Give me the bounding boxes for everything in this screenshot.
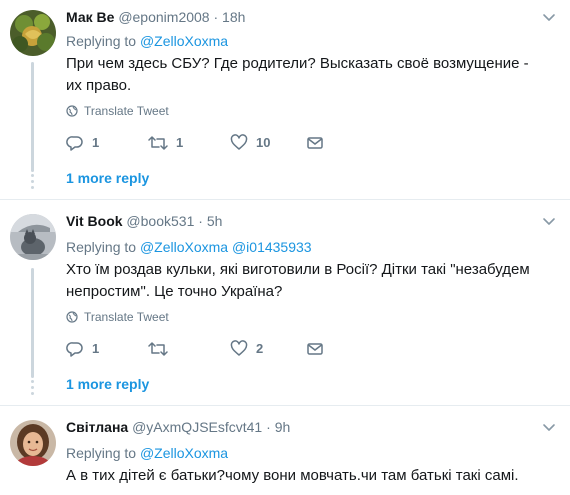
replying-label: Replying to (66, 239, 140, 255)
heart-icon (230, 134, 248, 150)
tweet-header: Vit Book @book531 · 5h (66, 212, 222, 230)
like-button[interactable]: 10 (230, 134, 270, 152)
author-name[interactable]: Vit Book (66, 213, 123, 229)
replying-label: Replying to (66, 33, 140, 49)
translate-tweet-link[interactable]: Translate Tweet (66, 310, 169, 324)
chevron-down-icon[interactable] (542, 420, 556, 434)
separator: · (213, 9, 219, 25)
like-count: 2 (256, 341, 264, 356)
author-name[interactable]: Мак Ве (66, 9, 114, 25)
translate-label: Translate Tweet (84, 104, 169, 118)
retweet-count: 1 (176, 135, 184, 150)
direct-message-button[interactable] (306, 340, 324, 358)
like-count: 10 (256, 135, 271, 150)
timestamp[interactable]: 18h (222, 9, 245, 25)
separator: · (198, 213, 203, 229)
heart-icon (230, 340, 248, 356)
globe-icon (66, 105, 78, 117)
tweet-header: Світлана @yAxmQJSEsfcvt41 · 9h (66, 418, 290, 436)
separator: · (266, 419, 271, 435)
author-handle[interactable]: @book531 (126, 213, 194, 229)
mention-link[interactable]: @ZelloXoxma (140, 239, 228, 255)
chevron-down-icon[interactable] (542, 10, 556, 24)
more-replies-link[interactable]: 1 more reply (66, 169, 149, 187)
mention-link[interactable]: @i01435933 (232, 239, 312, 255)
translate-label: Translate Tweet (84, 310, 169, 324)
retweet-icon (148, 342, 168, 356)
reply-icon (66, 136, 83, 151)
author-handle[interactable]: @yAxmQJSEsfcvt41 (132, 419, 262, 435)
tweet-text: А в тих дітей є батьки?чому вони мовчать… (66, 467, 519, 484)
replying-to: Replying to @ZelloXoxma @i01435933 (66, 238, 312, 256)
replying-to: Replying to @ZelloXoxma (66, 444, 228, 462)
divider (0, 405, 570, 406)
avatar[interactable] (10, 214, 56, 260)
thread-line (31, 62, 34, 172)
divider (0, 199, 570, 200)
reply-count: 1 (92, 341, 100, 356)
reply-count: 1 (92, 135, 100, 150)
retweet-icon (148, 136, 168, 150)
envelope-icon (307, 137, 323, 149)
retweet-button[interactable] (148, 340, 176, 358)
timestamp[interactable]: 9h (275, 419, 291, 435)
mention-link[interactable]: @ZelloXoxma (140, 445, 228, 461)
author-name[interactable]: Світлана (66, 419, 128, 435)
tweet-text: При чем здесь СБУ? Где родители? Высказа… (66, 55, 529, 94)
tweet-text: Хто їм роздав кульки, які виготовили в Р… (66, 261, 530, 300)
timestamp[interactable]: 5h (207, 213, 223, 229)
replying-label: Replying to (66, 445, 140, 461)
retweet-button[interactable]: 1 (148, 134, 183, 152)
thread-line (31, 268, 34, 378)
envelope-icon (307, 343, 323, 355)
reply-icon (66, 342, 83, 357)
chevron-down-icon[interactable] (542, 214, 556, 228)
translate-tweet-link[interactable]: Translate Tweet (66, 104, 169, 118)
avatar[interactable] (10, 420, 56, 466)
mention-link[interactable]: @ZelloXoxma (140, 33, 228, 49)
thread-dots (31, 378, 34, 395)
replying-to: Replying to @ZelloXoxma (66, 32, 228, 50)
reply-button[interactable]: 1 (66, 340, 99, 358)
tweet-header: Мак Ве @eponim2008 · 18h (66, 8, 245, 26)
more-replies-link[interactable]: 1 more reply (66, 375, 149, 393)
author-handle[interactable]: @eponim2008 (118, 9, 209, 25)
avatar[interactable] (10, 10, 56, 56)
direct-message-button[interactable] (306, 134, 324, 152)
like-button[interactable]: 2 (230, 340, 263, 358)
globe-icon (66, 311, 78, 323)
thread-dots (31, 172, 34, 189)
reply-button[interactable]: 1 (66, 134, 99, 152)
